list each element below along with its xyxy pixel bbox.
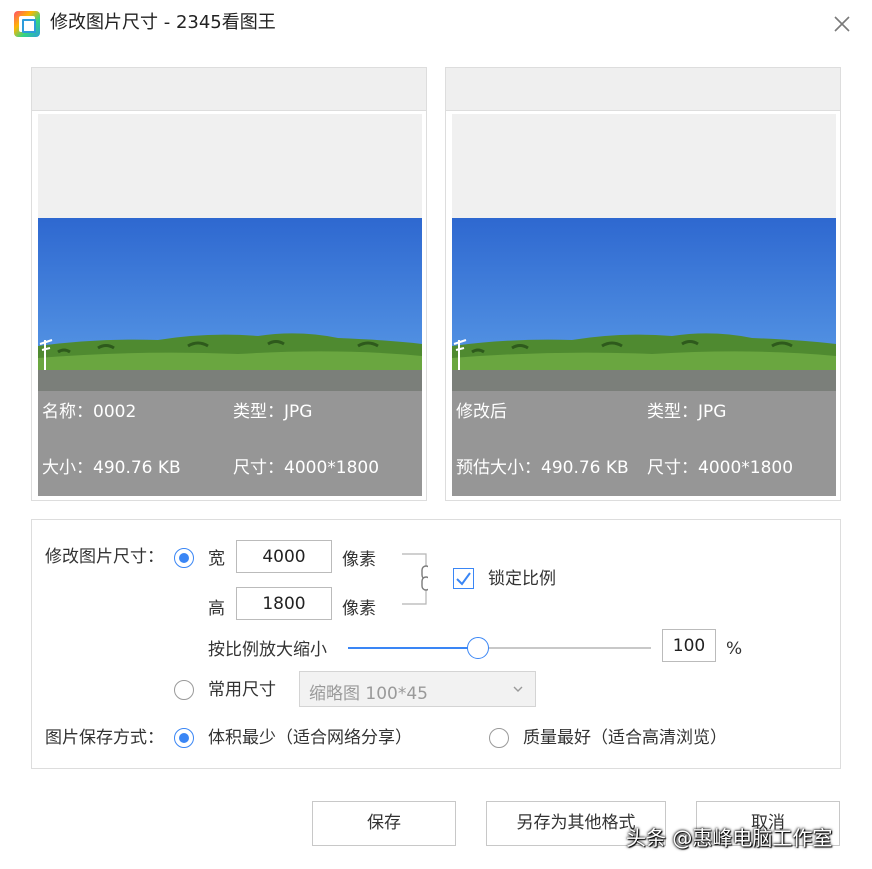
image-area: 名称：0002 类型：JPG 大小：490.76 KB 尺寸：4000*1800 <box>38 114 422 496</box>
preset-size-label: 常用尺寸 <box>208 680 276 700</box>
image-name: 名称：0002 <box>42 402 137 422</box>
original-photo <box>38 218 422 392</box>
close-button[interactable] <box>828 10 856 38</box>
panel-header <box>32 68 426 111</box>
panel-header <box>446 68 840 111</box>
preset-size-radio[interactable] <box>174 680 194 700</box>
chevron-down-icon <box>513 686 523 692</box>
lock-ratio-label: 锁定比例 <box>488 569 556 589</box>
scale-slider-thumb[interactable] <box>467 637 489 659</box>
save-button[interactable]: 保存 <box>312 801 456 846</box>
smallest-size-radio[interactable] <box>174 728 194 748</box>
modified-preview-panel: 修改后 类型：JPG 预估大小：490.76 KB 尺寸：4000*1800 <box>445 67 841 501</box>
image-dimensions: 尺寸：4000*1800 <box>233 458 380 478</box>
modified-photo <box>452 218 836 392</box>
height-label: 高 <box>208 599 225 619</box>
close-icon <box>834 16 850 32</box>
scale-label: 按比例放大缩小 <box>208 640 327 660</box>
modified-caption: 修改后 <box>456 402 507 422</box>
image-type: 类型：JPG <box>647 402 727 422</box>
save-mode-label: 图片保存方式： <box>45 728 164 748</box>
preset-size-select[interactable]: 缩略图 100*45 <box>299 671 536 707</box>
scale-percent-input[interactable] <box>662 629 716 662</box>
smallest-size-label: 体积最少（适合网络分享） <box>208 728 412 748</box>
watermark-text: 头条 @惠峰电脑工作室 <box>626 826 833 850</box>
lock-ratio-checkbox[interactable] <box>453 568 474 589</box>
width-label: 宽 <box>208 549 225 569</box>
image-info-overlay: 修改后 类型：JPG 预估大小：490.76 KB 尺寸：4000*1800 <box>452 391 836 496</box>
image-type: 类型：JPG <box>233 402 313 422</box>
width-input[interactable] <box>236 540 332 573</box>
height-input[interactable] <box>236 587 332 620</box>
image-info-overlay: 名称：0002 类型：JPG 大小：490.76 KB 尺寸：4000*1800 <box>38 391 422 496</box>
estimated-file-size: 预估大小：490.76 KB <box>456 458 629 478</box>
checkmark-icon <box>456 572 471 586</box>
scale-slider-fill <box>348 647 478 649</box>
percent-sign: % <box>726 639 743 659</box>
image-dimensions: 尺寸：4000*1800 <box>647 458 794 478</box>
window-title: 修改图片尺寸 - 2345看图王 <box>50 12 276 33</box>
resize-label: 修改图片尺寸： <box>45 547 164 567</box>
image-area: 修改后 类型：JPG 预估大小：490.76 KB 尺寸：4000*1800 <box>452 114 836 496</box>
height-unit: 像素 <box>342 599 376 619</box>
best-quality-label: 质量最好（适合高清浏览） <box>523 728 727 748</box>
app-logo-icon <box>14 11 40 37</box>
custom-size-radio[interactable] <box>174 548 194 568</box>
link-chain-icon[interactable] <box>400 553 428 605</box>
best-quality-radio[interactable] <box>489 728 509 748</box>
preset-size-value: 缩略图 100*45 <box>309 684 428 704</box>
original-preview-panel: 名称：0002 类型：JPG 大小：490.76 KB 尺寸：4000*1800 <box>31 67 427 501</box>
width-unit: 像素 <box>342 550 376 570</box>
image-file-size: 大小：490.76 KB <box>42 458 181 478</box>
